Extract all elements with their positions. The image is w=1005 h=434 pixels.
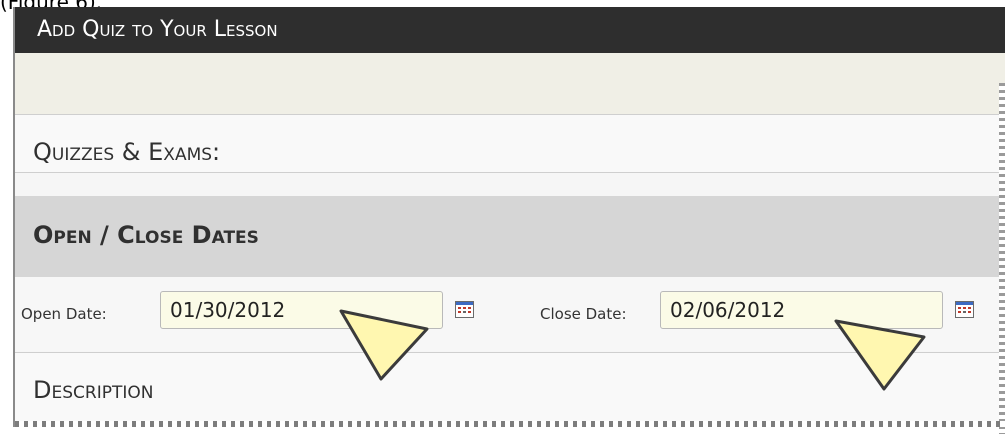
toolbar-area bbox=[15, 53, 1005, 114]
torn-edge-right bbox=[999, 83, 1005, 434]
quizzes-section-heading: Quizzes & Exams: bbox=[15, 114, 1005, 173]
open-close-dates-heading: Open / Close Dates bbox=[15, 196, 1005, 277]
calendar-icon[interactable] bbox=[955, 301, 974, 318]
calendar-icon[interactable] bbox=[455, 301, 474, 318]
close-date-label: Close Date: bbox=[540, 305, 627, 323]
callout-arrow-close-date bbox=[834, 319, 926, 391]
open-date-label: Open Date: bbox=[21, 305, 107, 323]
callout-arrow-open-date bbox=[339, 309, 429, 381]
torn-edge-bottom bbox=[15, 421, 1005, 427]
panel-title: Add Quiz to Your Lesson bbox=[15, 7, 1005, 53]
